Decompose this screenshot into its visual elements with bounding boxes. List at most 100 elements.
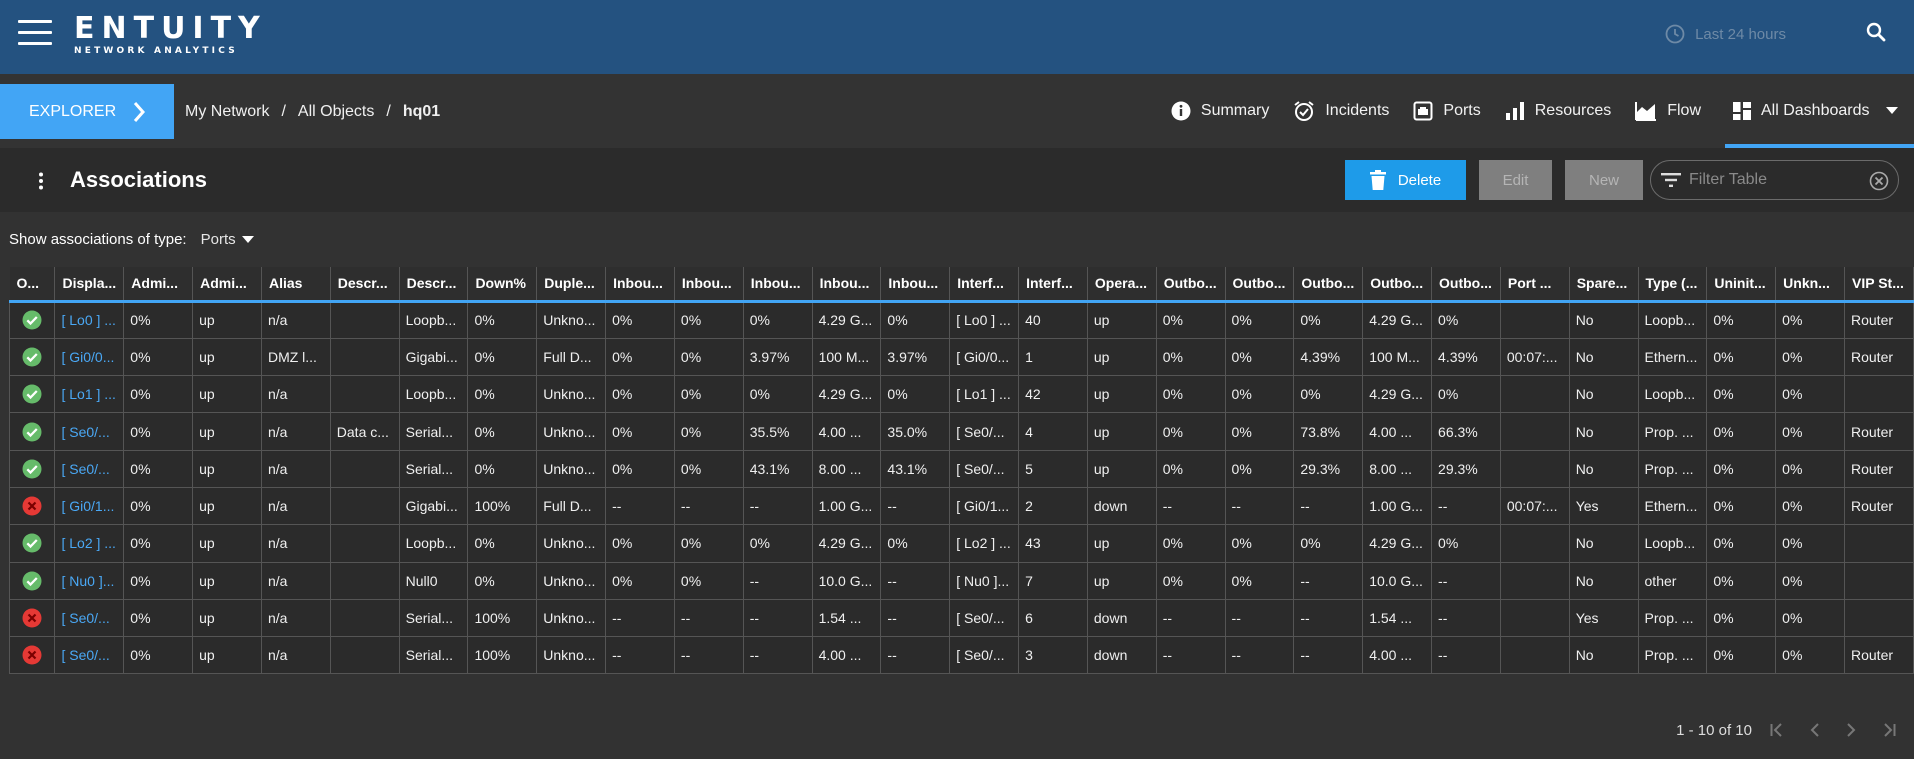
table-cell: 0% [1706,337,1777,377]
table-cell: -- [1224,486,1295,526]
tab-summary[interactable]: Summary [1171,74,1269,148]
first-page-icon[interactable] [1770,723,1784,737]
clear-filter-icon[interactable] [1869,171,1889,196]
table-cell: 0% [1431,375,1501,414]
column-header[interactable]: Alias [261,267,331,303]
hamburger-menu-icon[interactable] [18,20,52,46]
status-cell [8,449,56,488]
table-row[interactable]: [ Nu0 ]... 0% up n/a Null0 0% Unkno... 0% 0% -- 10… [8,561,1914,600]
app-logo[interactable]: ENTUITY NETWORK ANALYTICS [74,14,267,57]
table-cell: -- [1224,636,1295,675]
table-row[interactable]: [ Se0/... 0% up n/a Serial... 100% Unkno... -- -… [8,636,1914,675]
status-cell [8,375,56,414]
column-header[interactable]: Inbou... [880,267,951,303]
column-header[interactable]: Interf... [1018,267,1088,303]
table-cell: -- [605,636,675,675]
column-header[interactable]: Admi... [192,267,262,303]
table-cell: No [1568,561,1639,600]
new-button[interactable]: New [1565,160,1643,200]
column-header[interactable]: Duple... [536,267,607,303]
display-name-link[interactable]: [ Lo0 ] ... [54,300,125,339]
column-header[interactable]: VIP St... [1844,267,1914,303]
tab-incidents[interactable]: Incidents [1293,74,1389,148]
breadcrumb-my-network[interactable]: My Network [185,103,269,121]
column-header[interactable]: Displa... [54,267,125,303]
display-name-link[interactable]: [ Se0/... [54,636,125,675]
display-name-link[interactable]: [ Gi0/1... [54,486,125,526]
column-header[interactable]: Uninit... [1706,267,1777,303]
table-cell: [ Se0/... [949,636,1020,675]
delete-button[interactable]: Delete [1345,160,1466,200]
display-name-link[interactable]: [ Se0/... [54,598,125,638]
table-cell: 0% [1155,300,1226,339]
table-cell: No [1568,636,1639,675]
column-header[interactable]: Outbo... [1293,267,1364,303]
column-header[interactable]: Port ... [1500,267,1570,303]
table-row[interactable]: [ Lo0 ] ... 0% up n/a Loopb... 0% Unkno... 0% 0%… [8,300,1914,339]
column-header[interactable]: Down% [467,267,538,303]
column-header[interactable]: Inbou... [605,267,675,303]
table-row[interactable]: [ Lo1 ] ... 0% up n/a Loopb... 0% Unkno... 0% 0%… [8,375,1914,414]
table-cell: 3.97% [742,337,813,377]
table-cell [1499,412,1570,451]
time-range-selector[interactable]: Last 24 hours [1665,24,1786,44]
breadcrumb-all-objects[interactable]: All Objects [298,103,374,121]
table-cell: 0% [1775,449,1845,488]
search-icon[interactable] [1866,22,1886,47]
table-cell: 4.00 ... [811,636,882,675]
column-header[interactable]: Outbo... [1431,267,1501,303]
tab-all-dashboards[interactable]: All Dashboards [1725,74,1914,148]
table-row[interactable]: [ Se0/... 0% up n/a Data c... Serial... 0% Unkn… [8,412,1914,451]
table-row[interactable]: [ Se0/... 0% up n/a Serial... 0% Unkno... 0% 0% 4… [8,449,1914,488]
tab-flow[interactable]: Flow [1635,74,1701,148]
column-header[interactable]: Outbo... [1225,267,1295,303]
table-row[interactable]: [ Lo2 ] ... 0% up n/a Loopb... 0% Unkno... 0% 0%… [8,524,1914,563]
filter-input[interactable] [1689,171,1859,189]
table-row[interactable]: [ Se0/... 0% up n/a Serial... 100% Unkno... -- -… [8,598,1914,638]
table-cell: 0% [1224,524,1295,563]
column-header[interactable]: Inbou... [674,267,744,303]
more-vert-icon[interactable] [38,172,44,195]
tab-ports[interactable]: Ports [1413,74,1481,148]
table-row[interactable]: [ Gi0/1... 0% up n/a Gigabi... 100% Full D... -… [8,486,1914,526]
table-cell: Prop. ... [1637,636,1708,675]
column-header[interactable]: Interf... [949,267,1020,303]
table-cell: up [192,598,262,638]
column-header[interactable]: Inbou... [743,267,813,303]
column-header[interactable]: O... [9,267,56,303]
display-name-link[interactable]: [ Se0/... [54,449,125,488]
display-name-link[interactable]: [ Lo2 ] ... [54,524,125,563]
column-header[interactable]: Spare... [1569,267,1639,303]
table-cell: 29.3% [1293,449,1364,488]
next-page-icon[interactable] [1846,723,1856,737]
column-header[interactable]: Descr... [399,267,469,303]
display-name-link[interactable]: [ Nu0 ]... [54,561,125,600]
display-name-link[interactable]: [ Lo1 ] ... [54,375,125,414]
column-header[interactable]: Unkn... [1775,267,1845,303]
column-header[interactable]: Admi... [123,267,194,303]
column-header[interactable]: Descr... [330,267,400,303]
edit-button[interactable]: Edit [1479,160,1552,200]
explorer-button[interactable]: EXPLORER [0,84,174,139]
table-cell: -- [1293,486,1364,526]
prev-page-icon[interactable] [1810,723,1820,737]
column-header[interactable]: Inbou... [812,267,882,303]
tab-resources[interactable]: Resources [1505,74,1611,148]
column-header[interactable]: Outbo... [1156,267,1226,303]
table-row[interactable]: [ Gi0/0... 0% up DMZ l... Gigabi... 0% Full D.… [8,337,1914,377]
table-cell: up [192,375,262,414]
table-cell: 0% [1706,636,1777,675]
last-page-icon[interactable] [1882,723,1896,737]
column-header[interactable]: Type (... [1638,267,1708,303]
display-name-link[interactable]: [ Gi0/0... [54,337,125,377]
display-name-link[interactable]: [ Se0/... [54,412,125,451]
status-cell [8,598,56,638]
association-type-select[interactable]: Ports [201,231,254,248]
table-cell: 0% [742,300,813,339]
table-cell: 42 [1018,375,1088,414]
column-header[interactable]: Opera... [1087,267,1157,303]
table-cell: 0% [1706,300,1777,339]
table-cell: -- [742,486,813,526]
table-cell: -- [742,561,813,600]
column-header[interactable]: Outbo... [1362,267,1433,303]
